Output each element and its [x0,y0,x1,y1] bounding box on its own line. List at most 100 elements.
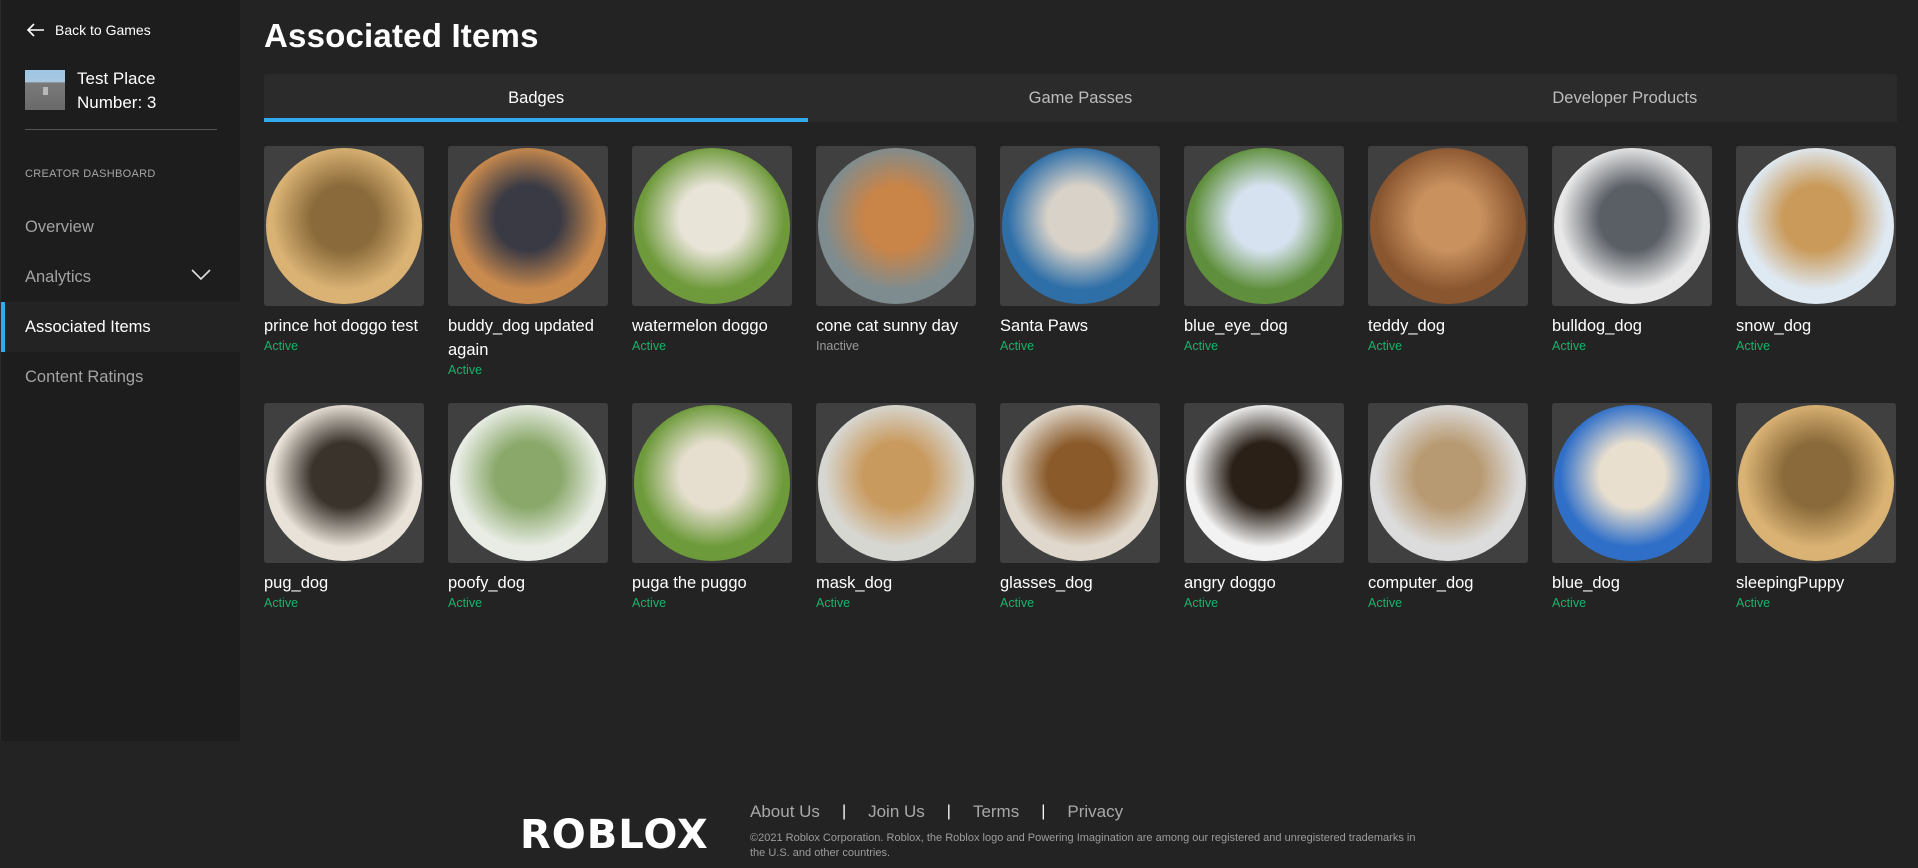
status-badge: Active [632,596,667,610]
badge-thumbnail-frame[interactable] [1000,146,1160,306]
tab-game-passes[interactable]: Game Passes [808,74,1352,122]
sidebar-item-content-ratings[interactable]: Content Ratings [1,352,241,402]
status-badge: Active [1368,339,1403,353]
badge-item[interactable]: blue_eye_dog Active [1184,146,1344,403]
status-badge: Active [816,596,851,610]
sidebar: Back to Games Test Place Number: 3 CREAT… [0,0,241,741]
badge-name[interactable]: snow_dog [1736,314,1896,338]
tab-badges[interactable]: Badges [264,74,809,122]
footer-link-terms[interactable]: Terms [973,802,1019,822]
badge-thumbnail-frame[interactable] [448,403,608,563]
badge-name[interactable]: poofy_dog [448,571,608,595]
badge-item[interactable]: pug_dog Active [264,403,424,660]
sidebar-divider [25,129,217,130]
badge-name[interactable]: bulldog_dog [1552,314,1712,338]
badge-image [1738,405,1894,561]
footer-separator: | [1041,803,1046,820]
badge-thumbnail-frame[interactable] [1368,403,1528,563]
badge-thumbnail-frame[interactable] [1736,146,1896,306]
badge-image [818,148,974,304]
badge-thumbnail-frame[interactable] [632,403,792,563]
badge-name[interactable]: computer_dog [1368,571,1528,595]
sidebar-item-analytics[interactable]: Analytics [1,252,241,302]
badge-item[interactable]: prince hot doggo test Active [264,146,424,403]
chevron-down-icon[interactable] [191,269,211,281]
badge-item[interactable]: buddy_dog updated again Active [448,146,608,403]
place-name: Test Place Number: 3 [77,69,157,112]
badge-name[interactable]: cone cat sunny day [816,314,976,338]
roblox-logo[interactable]: ROBLOX [520,815,724,851]
status-badge: Active [1552,339,1587,353]
badge-name[interactable]: blue_eye_dog [1184,314,1344,338]
badge-image [1554,405,1710,561]
badge-item[interactable]: sleepingPuppy Active [1736,403,1896,660]
badge-item[interactable]: computer_dog Active [1368,403,1528,660]
badge-name[interactable]: teddy_dog [1368,314,1528,338]
badge-thumbnail-frame[interactable] [1184,403,1344,563]
badge-name[interactable]: angry doggo [1184,571,1344,595]
sidebar-item-label: Content Ratings [25,367,144,386]
status-badge: Active [632,339,667,353]
badge-item[interactable]: watermelon doggo Active [632,146,792,403]
badge-image [450,148,606,304]
badge-image [266,405,422,561]
status-badge: Active [448,596,483,610]
badge-thumbnail-frame[interactable] [264,403,424,563]
badge-thumbnail-frame[interactable] [1736,403,1896,563]
badge-item[interactable]: teddy_dog Active [1368,146,1528,403]
sidebar-item-associated-items[interactable]: Associated Items [1,302,241,352]
badge-name[interactable]: glasses_dog [1000,571,1160,595]
badge-thumbnail-frame[interactable] [1368,146,1528,306]
badge-item[interactable]: cone cat sunny day Inactive [816,146,976,403]
badge-name[interactable]: Santa Paws [1000,314,1160,338]
badge-name[interactable]: buddy_dog updated again [448,314,608,362]
status-badge: Active [1000,339,1035,353]
svg-text:ROBLOX: ROBLOX [520,815,709,851]
badge-name[interactable]: puga the puggo [632,571,792,595]
badge-thumbnail-frame[interactable] [1000,403,1160,563]
badge-image [634,405,790,561]
sidebar-item-overview[interactable]: Overview [1,202,241,252]
badge-thumbnail-frame[interactable] [1184,146,1344,306]
badge-item[interactable]: poofy_dog Active [448,403,608,660]
badge-image [1370,148,1526,304]
badge-item[interactable]: blue_dog Active [1552,403,1712,660]
badge-item[interactable]: Santa Paws Active [1000,146,1160,403]
badges-grid: prince hot doggo test Active buddy_dog upd… [264,146,1904,660]
badge-name[interactable]: mask_dog [816,571,976,595]
sidebar-item-label: Associated Items [25,317,151,336]
badge-item[interactable]: bulldog_dog Active [1552,146,1712,403]
badge-thumbnail-frame[interactable] [264,146,424,306]
footer-link-join-us[interactable]: Join Us [868,802,925,822]
badge-thumbnail-frame[interactable] [816,146,976,306]
badge-thumbnail-frame[interactable] [448,146,608,306]
creator-dashboard-heading: CREATOR DASHBOARD [25,168,156,180]
footer-link-privacy[interactable]: Privacy [1067,802,1123,822]
badge-item[interactable]: angry doggo Active [1184,403,1344,660]
badge-image [818,405,974,561]
badge-thumbnail-frame[interactable] [816,403,976,563]
badge-thumbnail-frame[interactable] [1552,403,1712,563]
badge-item[interactable]: puga the puggo Active [632,403,792,660]
badge-name[interactable]: pug_dog [264,571,424,595]
badge-image [1186,148,1342,304]
badge-name[interactable]: prince hot doggo test [264,314,424,338]
badge-image [634,148,790,304]
badge-image [1186,405,1342,561]
place-thumbnail [25,70,65,110]
tab-developer-products[interactable]: Developer Products [1353,74,1897,122]
sidebar-nav: Overview Analytics Associated Items Cont… [1,202,241,402]
badge-thumbnail-frame[interactable] [632,146,792,306]
badge-item[interactable]: mask_dog Active [816,403,976,660]
footer-link-about-us[interactable]: About Us [750,802,820,822]
item-type-tabs: Badges Game Passes Developer Products [264,74,1897,122]
sidebar-item-label: Analytics [25,267,92,286]
badge-item[interactable]: glasses_dog Active [1000,403,1160,660]
badge-item[interactable]: snow_dog Active [1736,146,1896,403]
badge-thumbnail-frame[interactable] [1552,146,1712,306]
badge-name[interactable]: watermelon doggo [632,314,792,338]
badge-name[interactable]: sleepingPuppy [1736,571,1896,595]
status-badge: Active [1552,596,1587,610]
badge-name[interactable]: blue_dog [1552,571,1712,595]
back-to-games-link[interactable]: Back to Games [27,22,151,38]
